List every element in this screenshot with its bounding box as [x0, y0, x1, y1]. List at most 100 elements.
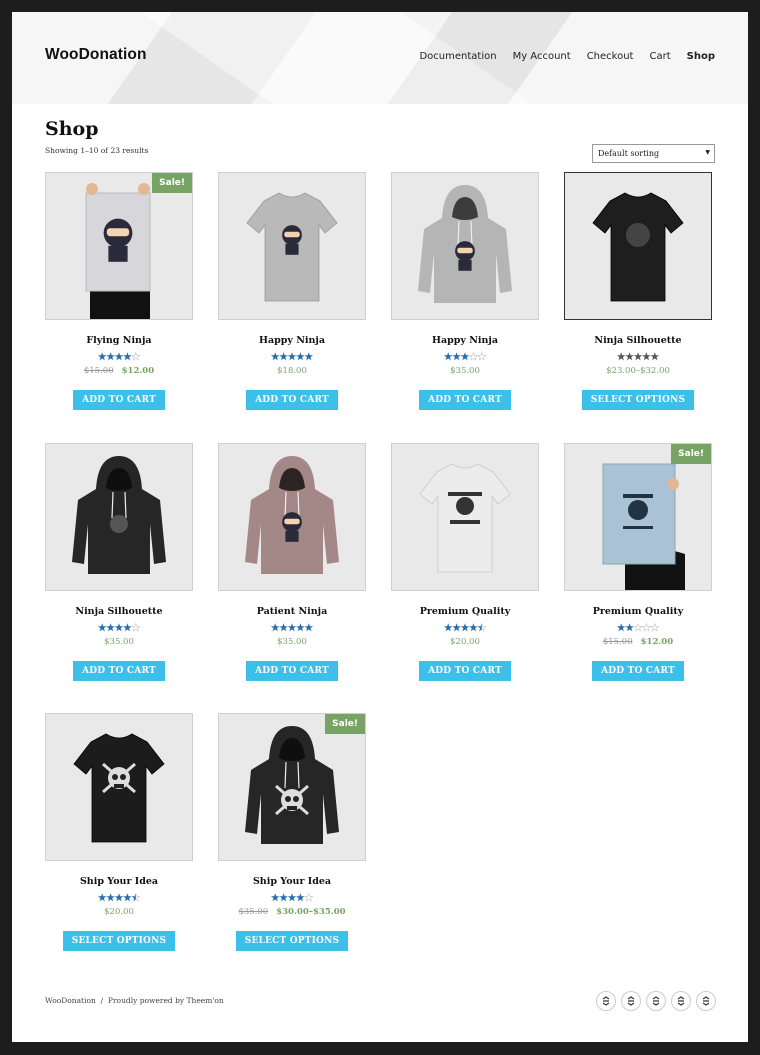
star-rating	[564, 622, 712, 632]
star-rating	[218, 622, 366, 632]
star-rating	[564, 351, 712, 361]
product-price: $35.00 $30.00–$35.00	[218, 907, 366, 917]
footer-credit: WooDonation / Proudly powered by Theem'o…	[45, 996, 224, 1005]
product-name[interactable]: Happy Ninja	[391, 335, 539, 346]
product-image[interactable]: Sale!	[218, 713, 366, 861]
product-name[interactable]: Ninja Silhouette	[45, 606, 193, 617]
current-price: $18.00	[277, 366, 307, 376]
theemon-icon[interactable]	[646, 991, 666, 1011]
theemon-icon[interactable]	[671, 991, 691, 1011]
current-price: $23.00–$32.00	[606, 366, 670, 376]
nav-cart[interactable]: Cart	[649, 51, 670, 62]
product-card[interactable]: Patient Ninja $35.00 ADD TO CART	[218, 443, 366, 681]
product-image[interactable]: Sale!	[564, 443, 712, 591]
current-price: $20.00	[104, 907, 134, 917]
product-name[interactable]: Premium Quality	[391, 606, 539, 617]
product-name[interactable]: Patient Ninja	[218, 606, 366, 617]
current-price: $12.00	[640, 637, 674, 647]
product-card[interactable]: Ninja Silhouette $23.00–$32.00 SELECT OPTI…	[564, 172, 712, 410]
old-price: $15.00	[83, 366, 114, 376]
current-price: $30.00–$35.00	[276, 907, 346, 917]
add-to-cart-button[interactable]: ADD TO CART	[73, 390, 165, 410]
product-price: $35.00	[218, 637, 366, 647]
nav-checkout[interactable]: Checkout	[587, 51, 634, 62]
product-name[interactable]: Happy Ninja	[218, 335, 366, 346]
product-price: $20.00	[45, 907, 193, 917]
theemon-icon[interactable]	[596, 991, 616, 1011]
theemon-icon[interactable]	[696, 991, 716, 1011]
page-frame: WooDonation Documentation My Account Che…	[12, 12, 748, 1042]
add-to-cart-button[interactable]: ADD TO CART	[73, 661, 165, 681]
add-to-cart-button[interactable]: ADD TO CART	[246, 661, 338, 681]
product-card[interactable]: Sale! Premium Quality $15.00 $12.00 ADD TO C…	[564, 443, 712, 681]
product-name[interactable]: Premium Quality	[564, 606, 712, 617]
sort-select-value: Default sorting	[598, 149, 660, 158]
result-count: Showing 1–10 of 23 results	[45, 146, 149, 155]
social-icons	[596, 991, 716, 1011]
current-price: $35.00	[104, 637, 134, 647]
product-image[interactable]	[218, 172, 366, 320]
product-price: $35.00	[45, 637, 193, 647]
sale-badge: Sale!	[671, 444, 711, 464]
main-nav: Documentation My Account Checkout Cart S…	[419, 51, 715, 62]
old-price: $15.00	[602, 637, 633, 647]
sort-select[interactable]: Default sorting ▼	[592, 144, 715, 163]
sale-badge: Sale!	[325, 714, 365, 734]
site-title[interactable]: WooDonation	[45, 46, 147, 64]
footer-powered-by: Proudly powered by Theem'on	[107, 996, 224, 1005]
product-price: $23.00–$32.00	[564, 366, 712, 376]
chevron-down-icon: ▼	[705, 149, 710, 156]
product-image[interactable]	[564, 172, 712, 320]
add-to-cart-button[interactable]: ADD TO CART	[246, 390, 338, 410]
select-options-button[interactable]: SELECT OPTIONS	[62, 931, 176, 951]
product-card[interactable]: Sale! Flying Ninja $15.00 $12.00 ADD TO CART	[45, 172, 193, 410]
nav-my-account[interactable]: My Account	[513, 51, 571, 62]
site-header: WooDonation Documentation My Account Che…	[12, 12, 748, 104]
star-rating	[391, 351, 539, 361]
product-name[interactable]: Flying Ninja	[45, 335, 193, 346]
product-card[interactable]: Ship Your Idea $20.00 SELECT OPTIONS	[45, 713, 193, 951]
add-to-cart-button[interactable]: ADD TO CART	[592, 661, 684, 681]
sale-badge: Sale!	[152, 173, 192, 193]
add-to-cart-button[interactable]: ADD TO CART	[419, 390, 511, 410]
select-options-button[interactable]: SELECT OPTIONS	[235, 931, 349, 951]
product-price: $15.00 $12.00	[564, 637, 712, 647]
current-price: $35.00	[277, 637, 307, 647]
star-rating	[218, 351, 366, 361]
product-price: $15.00 $12.00	[45, 366, 193, 376]
product-price: $18.00	[218, 366, 366, 376]
footer-separator: /	[100, 996, 104, 1005]
product-card[interactable]: Sale! Ship Your Idea $35.00 $30.00–$35.00 SE…	[218, 713, 366, 951]
nav-shop[interactable]: Shop	[687, 51, 715, 62]
star-rating	[391, 622, 539, 632]
product-image[interactable]	[45, 443, 193, 591]
old-price: $35.00	[238, 907, 269, 917]
add-to-cart-button[interactable]: ADD TO CART	[419, 661, 511, 681]
theemon-icon[interactable]	[621, 991, 641, 1011]
product-card[interactable]: Ninja Silhouette $35.00 ADD TO CART	[45, 443, 193, 681]
select-options-button[interactable]: SELECT OPTIONS	[581, 390, 695, 410]
product-image[interactable]	[391, 172, 539, 320]
product-name[interactable]: Ninja Silhouette	[564, 335, 712, 346]
star-rating	[218, 892, 366, 902]
star-rating	[45, 622, 193, 632]
product-card[interactable]: Happy Ninja $35.00 ADD TO CART	[391, 172, 539, 410]
current-price: $35.00	[450, 366, 480, 376]
star-rating	[45, 892, 193, 902]
product-image[interactable]	[391, 443, 539, 591]
product-card[interactable]: Premium Quality $20.00 ADD TO CART	[391, 443, 539, 681]
footer-site-link[interactable]: WooDonation	[45, 996, 96, 1005]
page-title: Shop	[45, 118, 99, 140]
product-name[interactable]: Ship Your Idea	[218, 876, 366, 887]
current-price: $12.00	[121, 366, 155, 376]
product-image[interactable]	[218, 443, 366, 591]
product-image[interactable]: Sale!	[45, 172, 193, 320]
product-card[interactable]: Happy Ninja $18.00 ADD TO CART	[218, 172, 366, 410]
product-price: $20.00	[391, 637, 539, 647]
product-image[interactable]	[45, 713, 193, 861]
nav-documentation[interactable]: Documentation	[419, 51, 496, 62]
current-price: $20.00	[450, 637, 480, 647]
star-rating	[45, 351, 193, 361]
product-name[interactable]: Ship Your Idea	[45, 876, 193, 887]
product-price: $35.00	[391, 366, 539, 376]
